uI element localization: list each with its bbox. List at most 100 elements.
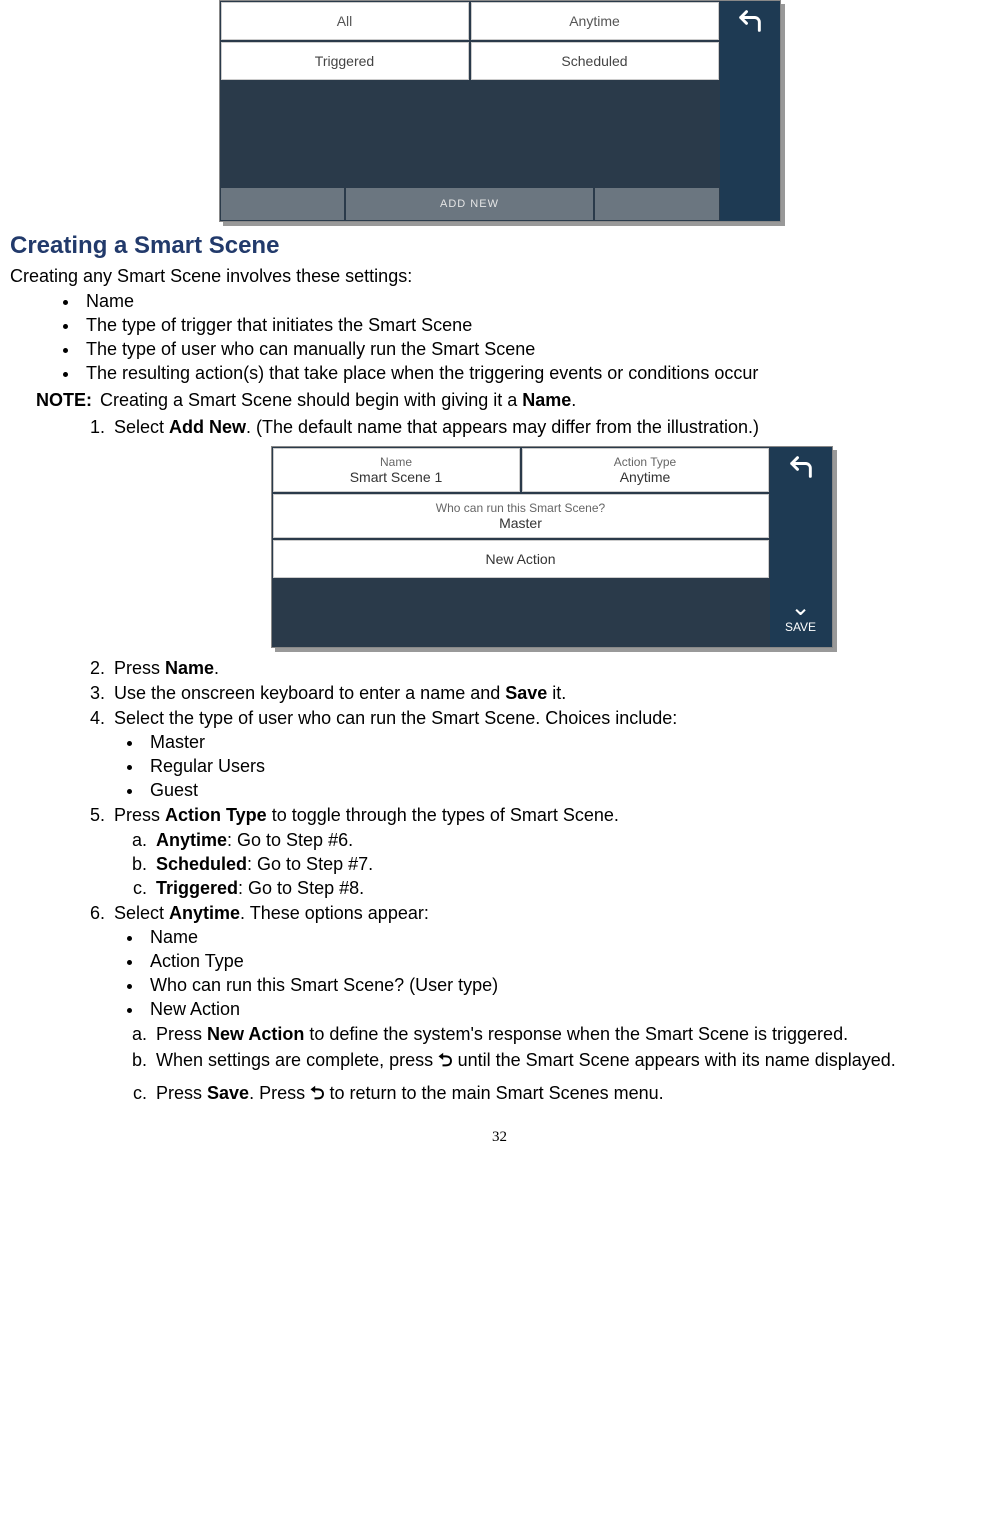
device2-main: Name Smart Scene 1 Action Type Anytime W… [272, 447, 770, 647]
who-value: Master [499, 515, 542, 531]
step3-bold: Save [505, 683, 547, 703]
step1-pre: Select [114, 417, 169, 437]
step1-post: . (The default name that appears may dif… [246, 417, 759, 437]
section-heading: Creating a Smart Scene [10, 232, 989, 260]
step5c-bold: Triggered [156, 878, 238, 898]
list-item: Regular Users [144, 756, 989, 777]
step4-options: Master Regular Users Guest [144, 732, 989, 801]
device-screenshot-2: Name Smart Scene 1 Action Type Anytime W… [271, 446, 833, 648]
name-value: Smart Scene 1 [350, 469, 443, 485]
step4-text: Select the type of user who can run the … [114, 708, 677, 728]
step5a-post: : Go to Step #6. [227, 830, 353, 850]
name-label: Name [380, 455, 412, 469]
intro-paragraph: Creating any Smart Scene involves these … [10, 266, 989, 287]
chevron-down-icon: ⌄ [790, 596, 810, 620]
step-2: Press Name. [110, 658, 989, 679]
tab-anytime[interactable]: Anytime [471, 2, 719, 40]
intro-bullet-list: Name The type of trigger that initiates … [80, 291, 989, 384]
back-icon[interactable] [770, 447, 832, 487]
who-runs-cell[interactable]: Who can run this Smart Scene? Master [273, 494, 769, 538]
step5-pre: Press [114, 805, 165, 825]
step6-post: . These options appear: [240, 903, 429, 923]
step6c-mid: . Press [249, 1083, 310, 1103]
back-icon[interactable] [720, 1, 780, 41]
step6-options: Name Action Type Who can run this Smart … [144, 927, 989, 1020]
step2-post: . [214, 658, 219, 678]
note-colon: : [86, 390, 92, 410]
list-item: Master [144, 732, 989, 753]
step6-substeps: Press New Action to define the system's … [124, 1024, 989, 1111]
device1-main: All Anytime Triggered Scheduled ADD NEW [220, 1, 720, 221]
tab-scheduled[interactable]: Scheduled [471, 42, 719, 80]
tab-all[interactable]: All [221, 2, 469, 40]
step-3: Use the onscreen keyboard to enter a nam… [110, 683, 989, 704]
list-item: Who can run this Smart Scene? (User type… [144, 975, 989, 996]
note-row: NOTE: Creating a Smart Scene should begi… [10, 390, 989, 411]
step5b-bold: Scheduled [156, 854, 247, 874]
actiontype-label: Action Type [614, 455, 676, 469]
add-new-button[interactable]: ADD NEW [346, 188, 593, 220]
bottom-blank-right [595, 188, 719, 220]
list-item: The resulting action(s) that take place … [80, 363, 989, 384]
step6b-post: until the Smart Scene appears with its n… [453, 1050, 896, 1070]
list-item: Guest [144, 780, 989, 801]
list-item: The type of user who can manually run th… [80, 339, 989, 360]
step2-bold: Name [165, 658, 214, 678]
substep-c: Press Save. Press ⮌ to return to the mai… [152, 1081, 989, 1111]
figure-smart-scene-tabs: All Anytime Triggered Scheduled ADD NEW [10, 0, 989, 222]
step6-pre: Select [114, 903, 169, 923]
step5c-post: : Go to Step #8. [238, 878, 364, 898]
step-6: Select Anytime. These options appear: Na… [110, 903, 989, 1111]
list-item: Name [80, 291, 989, 312]
note-text: Creating a Smart Scene should begin with… [100, 390, 989, 411]
bottom-blank-left [221, 188, 345, 220]
step5-post: to toggle through the types of Smart Sce… [267, 805, 619, 825]
step5a-bold: Anytime [156, 830, 227, 850]
actiontype-cell[interactable]: Action Type Anytime [522, 448, 769, 492]
substep-c: Triggered: Go to Step #8. [152, 878, 989, 899]
substep-a: Press New Action to define the system's … [152, 1024, 989, 1045]
step2-pre: Press [114, 658, 165, 678]
list-item: New Action [144, 999, 989, 1020]
note-bold: Name [522, 390, 571, 410]
note-label-text: NOTE [36, 390, 86, 410]
step6a-pre: Press [156, 1024, 207, 1044]
substep-b: Scheduled: Go to Step #7. [152, 854, 989, 875]
step-5: Press Action Type to toggle through the … [110, 805, 989, 899]
actiontype-value: Anytime [620, 469, 671, 485]
step3-post: it. [547, 683, 566, 703]
step6a-bold: New Action [207, 1024, 304, 1044]
list-item: Action Type [144, 951, 989, 972]
note-label: NOTE: [10, 390, 100, 411]
device1-sidebar [720, 1, 780, 221]
step5-substeps: Anytime: Go to Step #6. Scheduled: Go to… [124, 830, 989, 899]
step6a-post: to define the system's response when the… [304, 1024, 848, 1044]
new-action-button[interactable]: New Action [273, 540, 769, 578]
device-screenshot-1: All Anytime Triggered Scheduled ADD NEW [219, 0, 781, 222]
tab-triggered[interactable]: Triggered [221, 42, 469, 80]
device2-sidebar: ⌄ SAVE [770, 447, 832, 647]
figure-new-smart-scene: Name Smart Scene 1 Action Type Anytime W… [114, 446, 989, 648]
return-icon: ⮌ [310, 1083, 324, 1103]
page-number: 32 [10, 1129, 989, 1146]
step1-bold: Add New [169, 417, 246, 437]
list-item: The type of trigger that initiates the S… [80, 315, 989, 336]
return-icon: ⮌ [438, 1050, 452, 1070]
name-cell[interactable]: Name Smart Scene 1 [273, 448, 520, 492]
step6c-bold: Save [207, 1083, 249, 1103]
who-label: Who can run this Smart Scene? [436, 501, 605, 515]
step-1: Select Add New. (The default name that a… [110, 417, 989, 648]
substep-a: Anytime: Go to Step #6. [152, 830, 989, 851]
step3-pre: Use the onscreen keyboard to enter a nam… [114, 683, 505, 703]
note-pre: Creating a Smart Scene should begin with… [100, 390, 522, 410]
step6b-pre: When settings are complete, press [156, 1050, 438, 1070]
save-label: SAVE [785, 620, 816, 634]
step6c-post: to return to the main Smart Scenes menu. [325, 1083, 664, 1103]
step6c-pre: Press [156, 1083, 207, 1103]
step6-bold: Anytime [169, 903, 240, 923]
save-button[interactable]: ⌄ SAVE [770, 582, 832, 647]
step5b-post: : Go to Step #7. [247, 854, 373, 874]
list-item: Name [144, 927, 989, 948]
steps-list: Select Add New. (The default name that a… [70, 417, 989, 1111]
step-4: Select the type of user who can run the … [110, 708, 989, 801]
